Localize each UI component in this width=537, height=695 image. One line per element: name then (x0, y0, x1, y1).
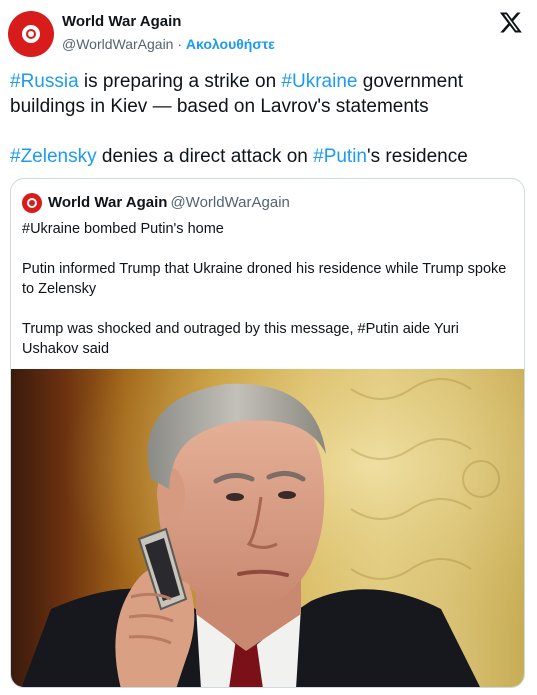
author-name[interactable]: World War Again (62, 13, 181, 30)
hashtag-russia[interactable]: #Russia (10, 71, 79, 92)
avatar-dot-icon (28, 31, 34, 37)
follow-button[interactable]: Ακολουθήστε (186, 36, 275, 52)
quoted-text: #Ukraine bombed Putin's home Putin infor… (22, 219, 512, 359)
author-handle[interactable]: @WorldWarAgain (62, 36, 173, 52)
quoted-line-3: Trump was shocked and outraged by this m… (22, 321, 459, 357)
quoted-line-2: Putin informed Trump that Ukraine droned… (22, 261, 507, 297)
quoted-photo[interactable] (11, 369, 524, 687)
quoted-author-handle: @WorldWarAgain (170, 194, 290, 211)
handle-separator: · (173, 36, 186, 52)
quoted-author-row: World War Again @WorldWarAgain (48, 194, 290, 211)
tweet-paragraph-1: #Russia is preparing a strike on #Ukrain… (10, 69, 525, 119)
hashtag-putin[interactable]: #Putin (313, 146, 367, 167)
tweet-card: World War Again @WorldWarAgain · Ακολουθ… (0, 0, 537, 695)
quoted-line-1: #Ukraine bombed Putin's home (22, 221, 224, 237)
author-avatar[interactable] (8, 11, 54, 57)
tweet-text-segment: is preparing a strike on (78, 71, 282, 92)
tweet-paragraph-2: #Zelensky denies a direct attack on #Put… (10, 144, 525, 169)
author-handle-row: @WorldWarAgain · Ακολουθήστε (62, 36, 275, 52)
tweet-text: #Russia is preparing a strike on #Ukrain… (10, 69, 525, 169)
hashtag-zelensky[interactable]: #Zelensky (10, 146, 97, 167)
quoted-author-name: World War Again (48, 194, 168, 211)
tweet-text-segment: denies a direct attack on (96, 146, 314, 167)
x-logo-icon[interactable] (499, 10, 523, 34)
quoted-author-avatar (22, 193, 42, 213)
quoted-tweet[interactable]: World War Again @WorldWarAgain #Ukraine b… (10, 178, 525, 688)
avatar-ring-icon (27, 198, 37, 208)
hashtag-ukraine[interactable]: #Ukraine (281, 71, 357, 92)
tweet-text-segment: 's residence (367, 146, 468, 167)
photo-illustration (11, 369, 524, 687)
